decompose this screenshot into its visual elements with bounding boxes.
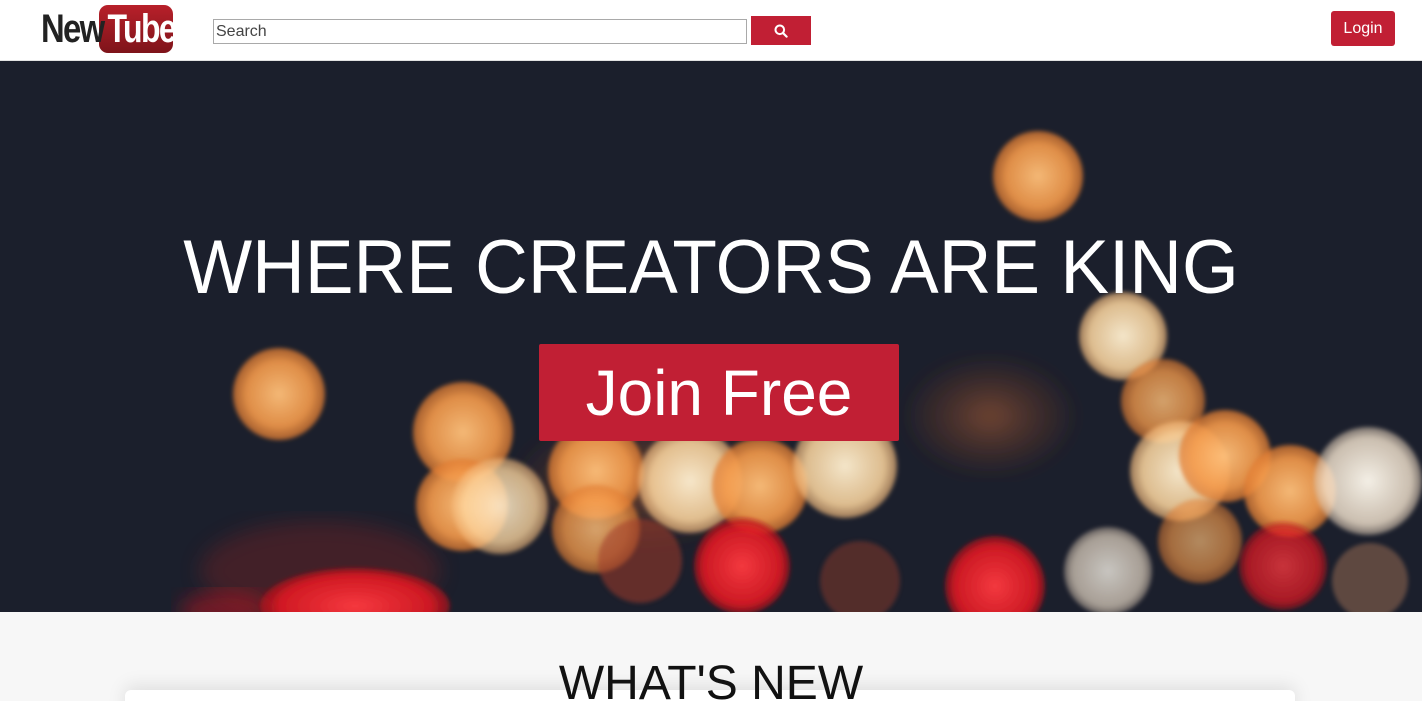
newtube-logo[interactable]: New Tube (41, 5, 177, 53)
join-free-button[interactable]: Join Free (539, 344, 899, 441)
search-button[interactable] (751, 16, 811, 45)
whats-new-section: WHAT'S NEW (0, 612, 1422, 701)
hero-title: WHERE CREATORS ARE KING (183, 225, 1239, 310)
search-input[interactable] (213, 19, 747, 44)
login-button[interactable]: Login (1331, 11, 1395, 46)
hero-banner: WHERE CREATORS ARE KING Join Free (0, 61, 1422, 612)
logo-text-tube-label: Tube (107, 7, 176, 51)
logo-text-new: New (41, 6, 105, 51)
logo-text-tube: Tube (99, 5, 177, 53)
section-title: WHAT'S NEW (558, 657, 864, 701)
search-icon (774, 24, 788, 38)
top-navigation: New Tube Login (0, 0, 1422, 61)
bokeh-background-image (180, 131, 1422, 612)
